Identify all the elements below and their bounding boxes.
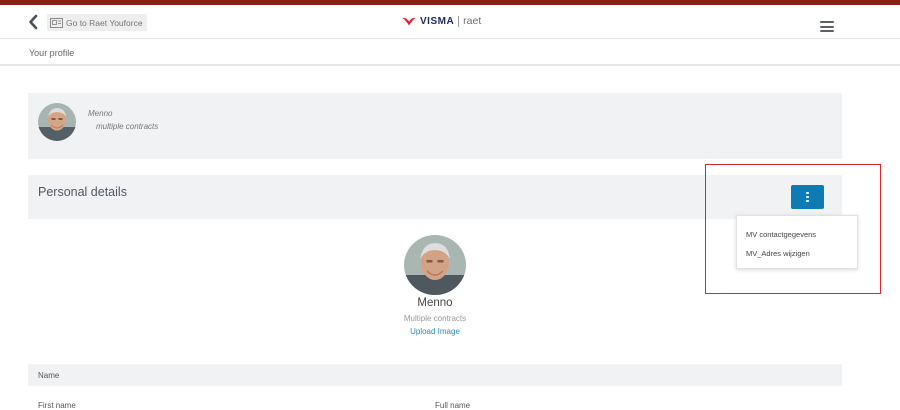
chevron-left-icon <box>29 14 38 30</box>
name-section-header: Name <box>28 364 842 386</box>
breadcrumb: Your profile <box>0 40 900 66</box>
actions-menu-button[interactable] <box>791 185 824 209</box>
go-to-youforce-link[interactable]: Go to Raet Youforce <box>47 14 147 31</box>
go-to-youforce-label: Go to Raet Youforce <box>66 17 143 28</box>
actions-dropdown: MV contactgegevens MV_Adres wijzigen <box>736 215 858 269</box>
first-name-label: First name <box>38 401 76 410</box>
profile-name: Menno <box>88 109 113 118</box>
profile-contract-status: Multiple contracts <box>403 314 467 323</box>
profile-photo <box>404 235 466 295</box>
vertical-dots-icon <box>806 191 809 195</box>
top-navigation-bar: Go to Raet Youforce VISMA raet <box>0 5 900 39</box>
hamburger-menu-icon[interactable] <box>820 21 834 32</box>
upload-image-link[interactable]: Upload Image <box>410 327 460 336</box>
personal-details-header: Personal details <box>28 175 842 219</box>
brand-product: raet <box>463 15 482 27</box>
visma-logo-icon <box>402 17 416 26</box>
full-name-label: Full name <box>435 401 471 410</box>
menu-item-contactgegevens[interactable]: MV contactgegevens <box>746 230 816 239</box>
breadcrumb-current: Your profile <box>29 48 75 58</box>
section-title: Personal details <box>38 185 127 199</box>
back-button[interactable] <box>27 14 41 30</box>
external-app-icon <box>50 17 63 28</box>
brand-separator <box>458 15 460 27</box>
profile-contracts: multiple contracts <box>96 122 159 131</box>
profile-display-name: Menno <box>417 297 453 309</box>
menu-item-adres-wijzigen[interactable]: MV_Adres wijzigen <box>746 249 810 258</box>
brand-logo: VISMA raet <box>402 15 481 27</box>
profile-summary-card: Menno multiple contracts <box>28 93 842 159</box>
avatar <box>38 103 76 141</box>
brand-name: VISMA <box>420 15 455 27</box>
name-section-title: Name <box>38 371 60 380</box>
